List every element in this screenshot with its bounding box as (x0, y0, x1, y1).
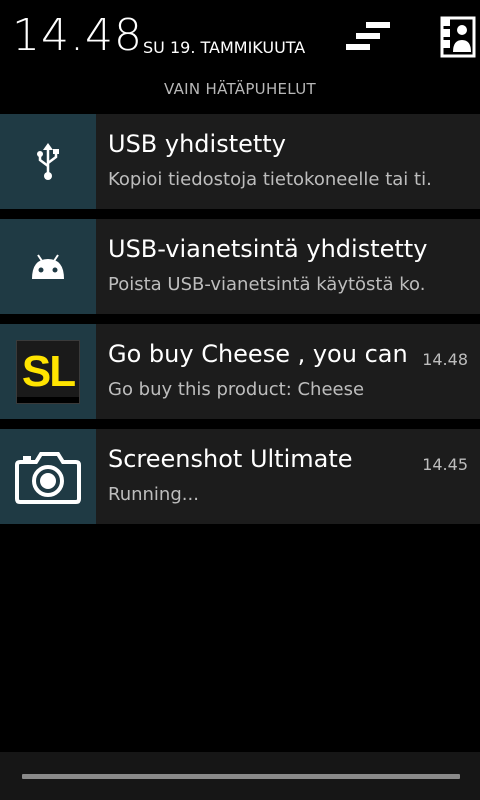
notification-icon-box (0, 429, 96, 524)
panel-bottom-bar (0, 752, 480, 800)
notification-list: USB yhdistetty Kopioi tiedostoja tietoko… (0, 114, 480, 534)
notification-text: Running... (108, 484, 199, 505)
sl-app-icon: SL (16, 339, 80, 404)
clear-all-button[interactable] (340, 14, 396, 62)
quick-settings-icon (440, 16, 476, 58)
notification-usb-debugging[interactable]: USB-vianetsintä yhdistetty Poista USB-vi… (0, 219, 480, 314)
notification-go-buy-cheese[interactable]: SL Go buy Cheese , you can. 14.48 Go buy… (0, 324, 480, 419)
notification-text: Kopioi tiedostoja tietokoneelle tai ti. (108, 169, 432, 190)
drag-handle[interactable] (22, 774, 460, 779)
notification-screenshot-ultimate[interactable]: Screenshot Ultimate 14.45 Running... (0, 429, 480, 524)
emergency-calls-label: VAIN HÄTÄPUHELUT (164, 80, 316, 98)
notification-title: USB-vianetsintä yhdistetty (108, 235, 428, 263)
usb-icon (37, 142, 59, 180)
notification-title: USB yhdistetty (108, 130, 286, 158)
clear-all-icon (346, 22, 390, 50)
camera-icon (15, 451, 81, 504)
date-label: SU 19. TAMMIKUUTA (143, 38, 306, 57)
notification-title: Go buy Cheese , you can. (108, 340, 410, 368)
notification-icon-box (0, 219, 96, 314)
android-debug-icon (32, 253, 64, 279)
notification-icon-box: SL (0, 324, 96, 419)
notification-text: Poista USB-vianetsintä käytöstä ko. (108, 274, 426, 295)
notification-icon-box (0, 114, 96, 209)
notification-header: 14.48 SU 19. TAMMIKUUTA VAIN HÄTÄPUHELUT (0, 0, 480, 110)
clock: 14.48 (12, 10, 143, 61)
quick-settings-button[interactable] (436, 14, 476, 62)
notification-time: 14.48 (422, 350, 468, 369)
notification-text: Go buy this product: Cheese (108, 379, 365, 400)
notification-title: Screenshot Ultimate (108, 445, 353, 473)
notification-usb[interactable]: USB yhdistetty Kopioi tiedostoja tietoko… (0, 114, 480, 209)
notification-time: 14.45 (422, 455, 468, 474)
